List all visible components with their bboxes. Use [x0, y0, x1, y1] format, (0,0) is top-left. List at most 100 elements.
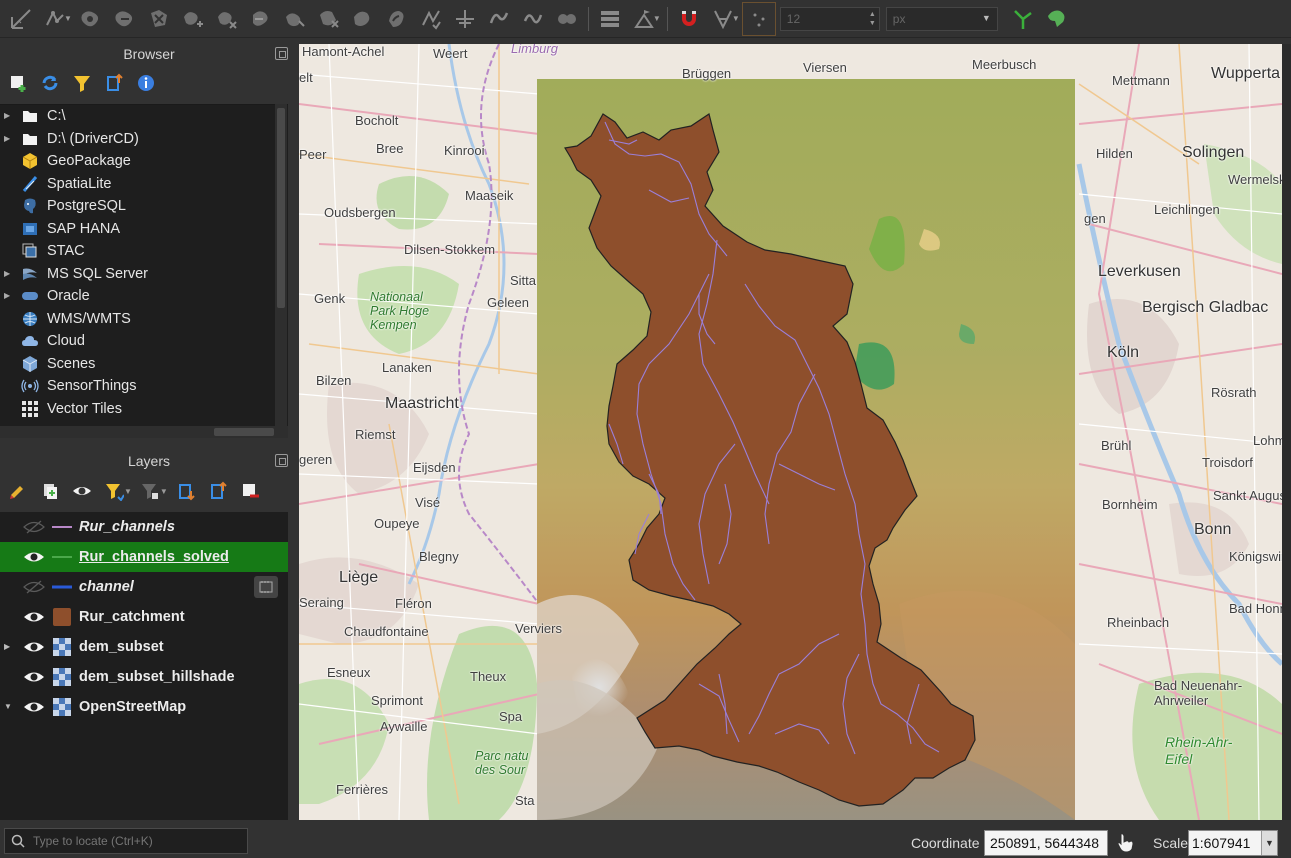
info-icon[interactable] — [130, 69, 162, 97]
split-parts-icon[interactable] — [346, 2, 380, 36]
fill-ring-icon[interactable] — [108, 2, 142, 36]
expand-arrow-icon[interactable]: ▶ — [4, 269, 10, 278]
merge-attributes-icon[interactable] — [414, 2, 448, 36]
mouse-pointer-icon[interactable] — [1114, 831, 1136, 853]
tolerance-spinbox[interactable]: 12 ▲ ▼ — [779, 6, 880, 31]
merge-features-icon[interactable] — [380, 2, 414, 36]
place-label: Aywaille — [380, 719, 428, 734]
add-group-icon[interactable] — [34, 477, 66, 505]
browser-hscroll-thumb[interactable] — [214, 428, 274, 436]
cad-icon[interactable] — [741, 1, 776, 36]
eye-icon[interactable] — [22, 608, 46, 626]
shape-digitize-dropdown[interactable]: ▼ — [732, 14, 740, 23]
processing-icon[interactable] — [1040, 2, 1074, 36]
scale-dropdown-arrow[interactable]: ▼ — [1261, 831, 1277, 855]
browser-panel-close-icon[interactable] — [275, 47, 288, 60]
style-manager-icon[interactable] — [2, 477, 34, 505]
expand-arrow-icon[interactable]: ▶ — [4, 291, 10, 300]
browser-item[interactable]: STAC — [0, 240, 288, 263]
filter-expression-dropdown[interactable]: ▼ — [160, 487, 168, 496]
vertex-tool-dropdown[interactable]: ▼ — [64, 14, 72, 23]
add-part-icon[interactable] — [176, 2, 210, 36]
trim-extend-icon[interactable] — [550, 2, 584, 36]
place-label: Sprimont — [371, 693, 424, 708]
simplify-icon[interactable] — [482, 2, 516, 36]
place-label: Brüggen — [682, 66, 732, 81]
magnet-icon[interactable] — [672, 2, 706, 36]
layer-item[interactable]: Rur_channels_solved — [0, 542, 288, 572]
locator-bar[interactable] — [4, 828, 248, 854]
browser-vertical-scrollbar[interactable] — [275, 104, 287, 426]
unit-combobox[interactable]: px ▼ — [885, 6, 998, 31]
browser-item[interactable]: SAP HANA — [0, 218, 288, 241]
browser-item-label: SensorThings — [47, 378, 137, 395]
place-label: Ferrières — [336, 782, 389, 797]
digitize-icon[interactable] — [4, 2, 38, 36]
browser-item[interactable]: PostgreSQL — [0, 195, 288, 218]
browser-horizontal-scrollbar[interactable] — [0, 426, 288, 438]
eye-icon[interactable] — [22, 638, 46, 656]
node-icon[interactable] — [516, 2, 550, 36]
rotate-point-icon[interactable] — [448, 2, 482, 36]
browser-item[interactable]: ▶ Oracle — [0, 285, 288, 308]
memory-layer-icon[interactable] — [254, 576, 278, 598]
browser-scroll-thumb[interactable] — [277, 108, 285, 308]
expand-arrow-icon[interactable]: ▶ — [4, 134, 10, 143]
expand-all-icon[interactable] — [170, 477, 202, 505]
browser-item[interactable]: ▶ MS SQL Server — [0, 263, 288, 286]
collapse-layers-icon[interactable] — [202, 477, 234, 505]
layer-name: Rur_channels_solved — [79, 549, 229, 565]
eye-icon[interactable] — [22, 668, 46, 686]
layer-name: dem_subset — [79, 639, 164, 655]
reshape-icon[interactable] — [244, 2, 278, 36]
wms-icon — [20, 310, 40, 328]
locator-input[interactable] — [33, 834, 233, 848]
browser-item[interactable]: Scenes — [0, 353, 288, 376]
map-canvas[interactable]: Hamont-Achel Weert Limburg Brüggen Viersen Me… — [299, 44, 1282, 820]
browser-item[interactable]: GeoPackage — [0, 150, 288, 173]
layer-item[interactable]: Rur_channels — [0, 512, 288, 542]
browser-item[interactable]: SpatiaLite — [0, 173, 288, 196]
remove-layer-icon[interactable] — [234, 477, 266, 505]
eye-hidden-icon[interactable] — [22, 518, 46, 536]
eye-icon[interactable] — [22, 548, 46, 566]
browser-item[interactable]: Cloud — [0, 330, 288, 353]
eye-hidden-icon[interactable] — [22, 578, 46, 596]
layer-expand-arrow-icon[interactable]: ▶ — [4, 642, 10, 651]
field-calculator-icon[interactable] — [1006, 2, 1040, 36]
manage-visibility-icon[interactable] — [66, 477, 98, 505]
add-ring-icon[interactable] — [74, 2, 108, 36]
layer-expand-arrow-icon[interactable]: ▼ — [4, 702, 12, 711]
layer-item[interactable]: Rur_catchment — [0, 602, 288, 632]
browser-item[interactable]: Vector Tiles — [0, 398, 288, 421]
delete-part-icon[interactable] — [210, 2, 244, 36]
coordinate-field[interactable]: 250891, 5644348 — [984, 830, 1108, 856]
eye-icon[interactable] — [22, 698, 46, 716]
layer-item[interactable]: ▶ dem_subset — [0, 632, 288, 662]
layer-name: dem_subset_hillshade — [79, 669, 235, 685]
place-label: Bad Neuenahr- Ahrweiler — [1154, 678, 1243, 708]
delete-ring-icon[interactable] — [142, 2, 176, 36]
snapping-icon[interactable] — [593, 2, 627, 36]
layer-item[interactable]: ▼ OpenStreetMap — [0, 692, 288, 722]
layer-item[interactable]: dem_subset_hillshade — [0, 662, 288, 692]
refresh-icon[interactable] — [34, 69, 66, 97]
browser-item[interactable]: ▶ D:\ (DriverCD) — [0, 128, 288, 151]
collapse-all-icon[interactable] — [98, 69, 130, 97]
place-label: Leichlingen — [1154, 202, 1220, 217]
browser-item[interactable]: WMS/WMTS — [0, 308, 288, 331]
split-features-icon[interactable] — [312, 2, 346, 36]
layer-item[interactable]: channel — [0, 572, 288, 602]
offset-curve-icon[interactable] — [278, 2, 312, 36]
filter-legend-dropdown[interactable]: ▼ — [124, 487, 132, 496]
browser-item[interactable]: ▶ C:\ — [0, 105, 288, 128]
expand-arrow-icon[interactable]: ▶ — [4, 111, 10, 120]
layers-panel-close-icon[interactable] — [275, 454, 288, 467]
filter-icon[interactable] — [66, 69, 98, 97]
scale-combobox[interactable]: 1:607941 ▼ — [1188, 830, 1278, 856]
browser-item[interactable]: SensorThings — [0, 375, 288, 398]
add-selected-layers-icon[interactable] — [2, 69, 34, 97]
place-label: Weert — [433, 46, 468, 61]
toolbar-separator — [587, 6, 589, 31]
topology-dropdown[interactable]: ▼ — [653, 14, 661, 23]
